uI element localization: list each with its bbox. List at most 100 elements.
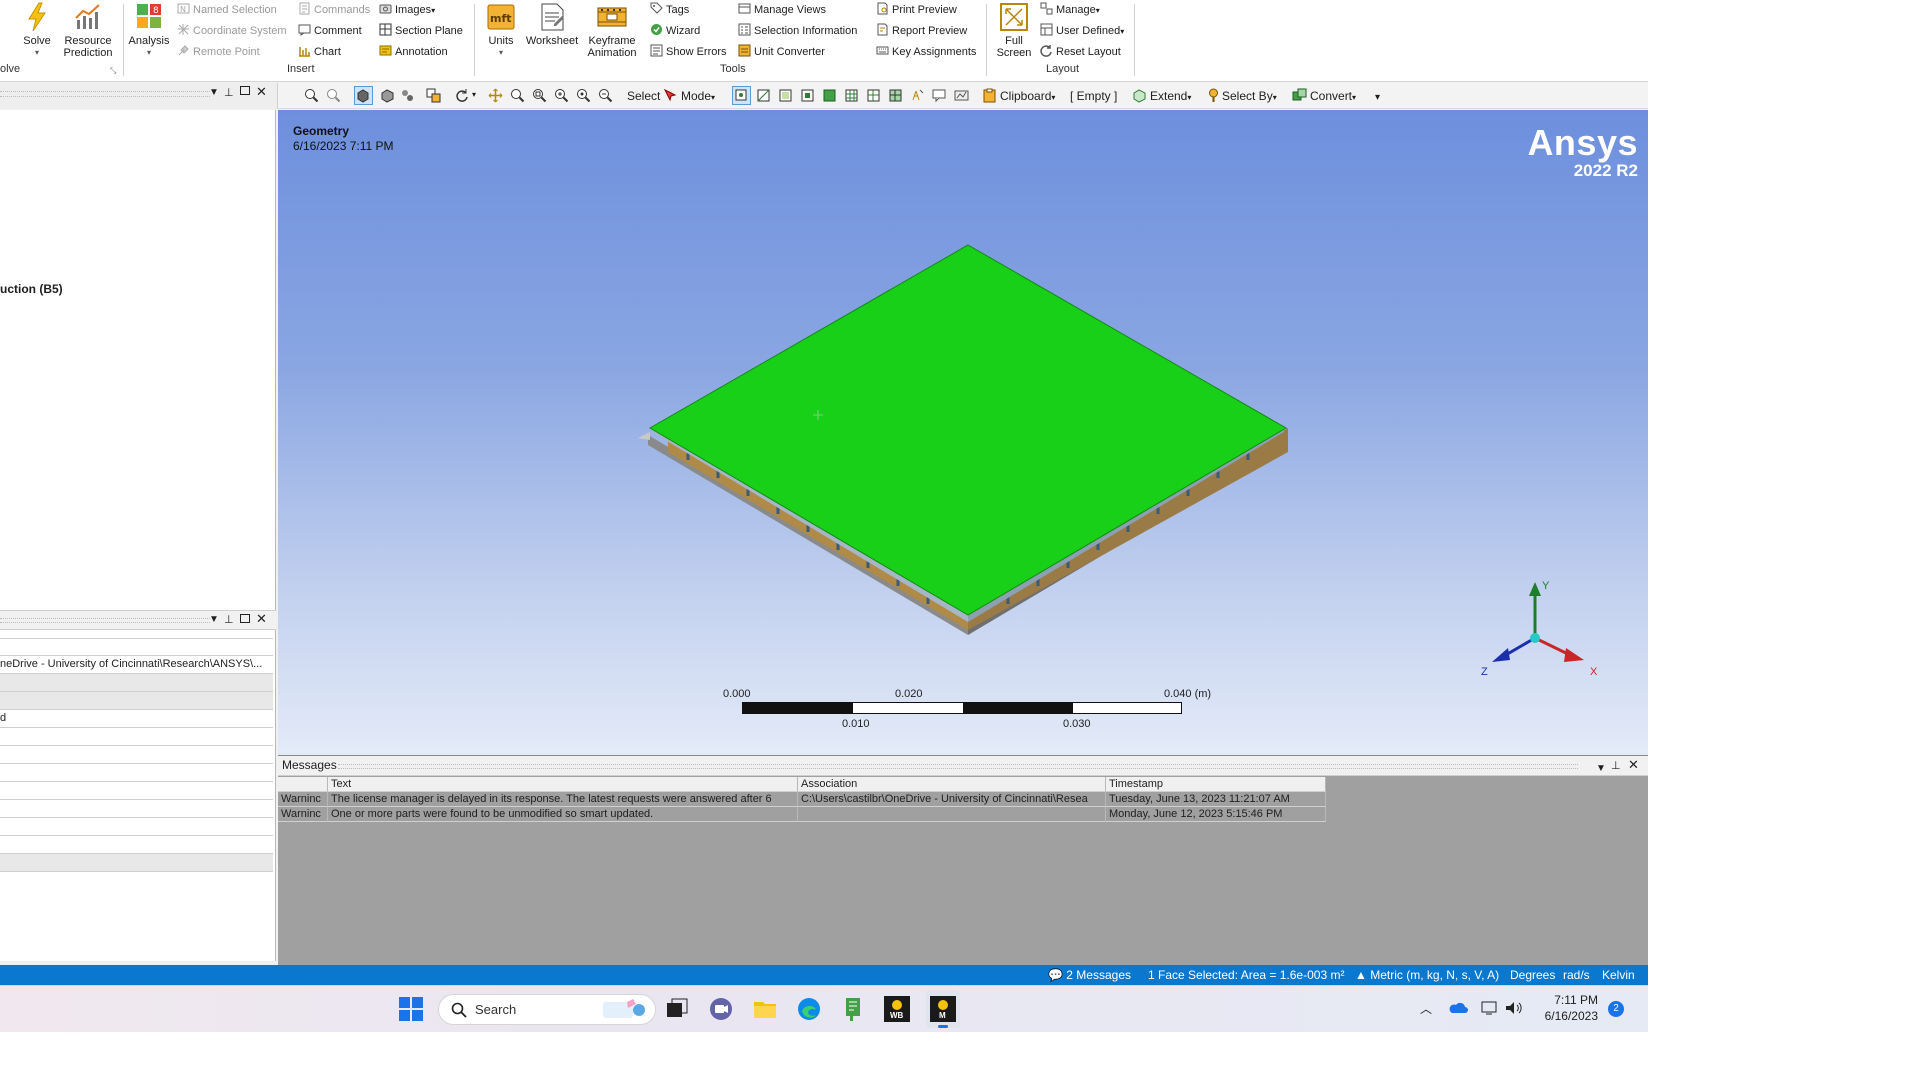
windows-start-icon[interactable] bbox=[398, 996, 424, 1022]
network-icon[interactable] bbox=[1480, 1000, 1500, 1016]
remote-point-button[interactable]: Remote Point bbox=[177, 44, 260, 60]
message-text[interactable]: One or more parts were found to be unmod… bbox=[328, 807, 798, 822]
pin-icon[interactable]: ⊥ bbox=[1611, 757, 1621, 776]
onedrive-icon[interactable] bbox=[1448, 1000, 1468, 1016]
clipboard-dropdown[interactable]: Clipboard▾ bbox=[1000, 89, 1055, 103]
images-button[interactable]: Images▾ bbox=[379, 2, 435, 18]
units-button[interactable]: mft Units ▾ bbox=[484, 0, 518, 59]
tree-item-construction[interactable]: uction (B5) bbox=[0, 282, 63, 296]
select-label[interactable]: Select bbox=[627, 89, 660, 103]
pan-icon[interactable] bbox=[488, 88, 503, 103]
workbench-app-icon[interactable]: WB bbox=[884, 996, 910, 1022]
pane-menu-icon[interactable]: ▼ bbox=[1596, 759, 1606, 778]
teams-chat-icon[interactable] bbox=[708, 996, 734, 1022]
close-icon[interactable]: ✕ bbox=[1628, 755, 1639, 774]
message-timestamp[interactable]: Tuesday, June 13, 2023 11:21:07 AM bbox=[1106, 792, 1326, 807]
select-by-icon[interactable] bbox=[1206, 88, 1221, 103]
reset-layout-button[interactable]: Reset Layout bbox=[1040, 44, 1121, 60]
select-face-icon[interactable] bbox=[778, 88, 793, 103]
triad-origin[interactable] bbox=[1530, 633, 1540, 643]
manage-button[interactable]: Manage▾ bbox=[1040, 2, 1100, 18]
notification-badge[interactable]: 2 bbox=[1608, 1001, 1624, 1017]
annotation-button[interactable]: Annotation bbox=[379, 44, 448, 60]
grip-handle[interactable] bbox=[0, 618, 210, 623]
report-preview-button[interactable]: Report Preview bbox=[876, 23, 967, 39]
dialog-launcher-icon[interactable]: ⤡ bbox=[110, 66, 116, 76]
show-errors-button[interactable]: Show Errors bbox=[650, 44, 727, 60]
app-launcher-icon[interactable] bbox=[840, 996, 866, 1022]
select-mesh-icon[interactable] bbox=[888, 88, 903, 103]
maximize-icon[interactable] bbox=[240, 86, 250, 95]
unit-system-status[interactable]: ▲ Metric (m, kg, N, s, V, A) bbox=[1355, 968, 1499, 982]
pin-icon[interactable]: ⊥ bbox=[224, 86, 234, 99]
select-element-face-icon[interactable] bbox=[844, 88, 859, 103]
message-type[interactable]: Warninc bbox=[278, 792, 328, 807]
wizard-button[interactable]: Wizard bbox=[650, 23, 700, 39]
full-screen-button[interactable]: Full Screen bbox=[994, 0, 1034, 59]
toolbar-overflow-icon[interactable]: ▾ bbox=[1375, 92, 1380, 103]
message-timestamp[interactable]: Monday, June 12, 2023 5:15:46 PM bbox=[1106, 807, 1326, 822]
zoom-in-icon[interactable] bbox=[304, 88, 319, 103]
extend-icon[interactable] bbox=[1132, 88, 1147, 103]
selected-top-face[interactable] bbox=[649, 244, 1287, 616]
details-row[interactable] bbox=[0, 818, 273, 836]
print-preview-button[interactable]: Print Preview bbox=[876, 2, 957, 18]
details-row[interactable] bbox=[0, 728, 273, 746]
chevron-up-icon[interactable]: ︿ bbox=[1420, 1000, 1432, 1017]
coordinate-system-button[interactable]: Coordinate System bbox=[177, 23, 287, 39]
chevron-down-icon[interactable]: ▾ bbox=[472, 90, 476, 99]
clipboard-icon[interactable] bbox=[982, 88, 997, 103]
graphics-viewport[interactable]: Geometry 6/16/2023 7:11 PM Ansys 2022 R2 bbox=[278, 110, 1648, 755]
details-row-path[interactable]: neDrive - University of Cincinnati\Resea… bbox=[0, 656, 273, 674]
system-clock[interactable]: 7:11 PM 6/16/2023 bbox=[1536, 992, 1598, 1024]
analysis-button[interactable]: 8 Analysis ▾ bbox=[127, 0, 171, 59]
pane-menu-icon[interactable]: ▼ bbox=[209, 614, 219, 625]
shaded-view-icon[interactable] bbox=[354, 86, 373, 105]
convert-dropdown[interactable]: Convert▾ bbox=[1310, 89, 1356, 103]
taskbar-search[interactable]: Search bbox=[438, 994, 656, 1025]
grip-handle[interactable] bbox=[338, 764, 1578, 769]
worksheet-button[interactable]: Worksheet bbox=[524, 0, 580, 47]
volume-icon[interactable] bbox=[1504, 1000, 1524, 1016]
key-assignments-button[interactable]: Key Assignments bbox=[876, 44, 976, 60]
select-edge-icon[interactable] bbox=[756, 88, 771, 103]
angular-velocity-status[interactable]: rad/s bbox=[1563, 968, 1590, 982]
show-vertices-icon[interactable] bbox=[954, 88, 969, 103]
message-text[interactable]: The license manager is delayed in its re… bbox=[328, 792, 798, 807]
column-header-type[interactable] bbox=[278, 777, 328, 792]
pin-icon[interactable]: ⊥ bbox=[224, 613, 234, 626]
zoom-icon[interactable] bbox=[510, 88, 525, 103]
details-row[interactable] bbox=[0, 782, 273, 800]
details-row-value[interactable]: d bbox=[0, 710, 273, 728]
named-selection-button[interactable]: N Named Selection bbox=[177, 2, 277, 18]
zoom-to-fit-icon[interactable] bbox=[554, 88, 569, 103]
resource-prediction-button[interactable]: Resource Prediction bbox=[60, 0, 116, 59]
wireframe-view-icon[interactable] bbox=[380, 88, 395, 103]
commands-button[interactable]: Commands bbox=[298, 2, 370, 18]
manage-views-button[interactable]: Manage Views bbox=[738, 2, 826, 18]
messages-status[interactable]: 💬 2 Messages bbox=[1048, 968, 1131, 982]
grip-handle[interactable] bbox=[0, 91, 210, 97]
message-association[interactable]: C:\Users\castilbr\OneDrive - University … bbox=[798, 792, 1106, 807]
convert-icon[interactable] bbox=[1292, 88, 1307, 103]
chart-button[interactable]: Chart bbox=[298, 44, 341, 60]
task-view-icon[interactable] bbox=[664, 996, 690, 1022]
rotate-icon[interactable] bbox=[454, 88, 469, 103]
section-plane-button[interactable]: Section Plane bbox=[379, 23, 463, 39]
previous-view-icon[interactable] bbox=[598, 88, 613, 103]
select-point-icon[interactable] bbox=[732, 86, 751, 105]
details-row[interactable] bbox=[0, 764, 273, 782]
edges-view-icon[interactable] bbox=[400, 88, 415, 103]
mode-dropdown[interactable]: Mode▾ bbox=[681, 89, 715, 103]
details-row[interactable] bbox=[0, 746, 273, 764]
file-explorer-icon[interactable] bbox=[752, 996, 778, 1022]
column-header-text[interactable]: Text bbox=[328, 777, 798, 792]
pane-menu-icon[interactable]: ▼ bbox=[209, 87, 219, 98]
user-defined-button[interactable]: User Defined▾ bbox=[1040, 23, 1124, 39]
select-element-icon[interactable] bbox=[866, 88, 881, 103]
select-node-icon[interactable] bbox=[822, 88, 837, 103]
details-row[interactable] bbox=[0, 800, 273, 818]
unit-converter-button[interactable]: Unit Converter bbox=[738, 44, 825, 60]
box-zoom-icon[interactable] bbox=[532, 88, 547, 103]
close-icon[interactable]: ✕ bbox=[256, 611, 267, 627]
